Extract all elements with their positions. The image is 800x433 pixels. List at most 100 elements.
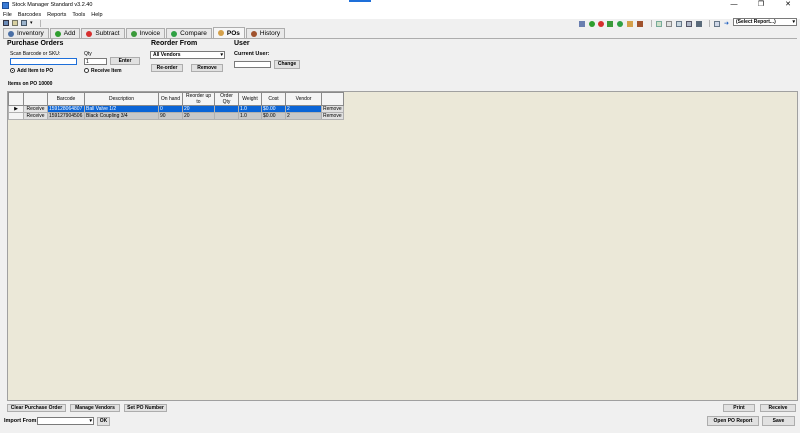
import-from-select[interactable]: ▾ <box>37 417 94 425</box>
cell-reorder-up-to[interactable]: 20 <box>182 105 215 113</box>
cell-barcode[interactable]: 159128064807 <box>47 105 85 113</box>
grid-header-on-hand[interactable]: On hand <box>158 92 183 106</box>
minimize-button[interactable]: — <box>722 0 746 10</box>
print-icon[interactable] <box>12 20 18 26</box>
cell-order-qty[interactable] <box>214 105 239 113</box>
grid-header-order-qty[interactable]: Order Qty <box>214 92 239 106</box>
print-button[interactable]: Print <box>723 404 755 412</box>
menu-file[interactable]: File <box>0 12 15 18</box>
toolbar-separator <box>651 20 652 27</box>
receive-row-button[interactable]: Receive <box>23 105 48 113</box>
clear-purchase-order-button[interactable]: Clear Purchase Order <box>7 404 66 412</box>
qty-input[interactable]: 1 <box>84 58 107 65</box>
report-select[interactable]: (Select Report...) ▾ <box>733 18 797 26</box>
cell-cost[interactable]: $0.00 <box>261 105 286 113</box>
tab-invoice[interactable]: Invoice <box>125 28 166 38</box>
receive-item-label: Receive Item <box>91 68 122 74</box>
export-icon[interactable] <box>676 21 682 27</box>
import-ok-button[interactable]: OK <box>97 417 110 426</box>
add-item-radio[interactable] <box>10 68 15 73</box>
cell-cost[interactable]: $0.00 <box>261 112 286 120</box>
restore-button[interactable]: ❐ <box>749 0 773 10</box>
list-icon[interactable] <box>579 21 585 27</box>
cell-description[interactable]: Ball Valve 1/2 <box>84 105 159 113</box>
chevron-down-icon: ▾ <box>220 52 223 58</box>
cell-description[interactable]: Black Coupling 3/4 <box>84 112 159 120</box>
arrow-right-icon[interactable]: ➜ <box>724 21 730 27</box>
cell-weight[interactable]: 1.0 <box>238 112 262 120</box>
tab-label: History <box>259 30 281 37</box>
cell-order-qty[interactable] <box>214 112 239 120</box>
vendor-select[interactable]: All Vendors ▾ <box>150 51 225 59</box>
close-button[interactable]: ✕ <box>776 0 800 10</box>
menu-help[interactable]: Help <box>88 12 105 18</box>
current-user-field <box>234 61 271 68</box>
table-row[interactable]: Receive 159127904506 Black Coupling 3/4 … <box>8 112 344 120</box>
menu-reports[interactable]: Reports <box>44 12 69 18</box>
subtract-icon[interactable] <box>598 21 604 27</box>
grid-header-description[interactable]: Description <box>84 92 159 106</box>
reorder-from-title: Reorder From <box>151 40 198 47</box>
vendor-select-value: All Vendors <box>153 52 181 58</box>
user-title: User <box>234 40 250 47</box>
add-icon[interactable] <box>589 21 595 27</box>
scan-barcode-input[interactable] <box>10 58 77 65</box>
reorder-button[interactable]: Re-order <box>151 64 183 72</box>
cell-reorder-up-to[interactable]: 20 <box>182 112 215 120</box>
window-title: Stock Manager Standard v3.2.40 <box>12 2 93 8</box>
tab-inventory[interactable]: Inventory <box>3 28 49 38</box>
tab-history[interactable]: History <box>245 28 286 38</box>
invoice-icon <box>130 30 137 37</box>
tab-bar: Inventory Add Subtract Invoice Compare POs His… <box>3 27 286 38</box>
grid-header-action <box>23 92 48 106</box>
tab-add[interactable]: Add <box>49 28 81 38</box>
enter-button[interactable]: Enter <box>110 57 140 65</box>
dropdown-arrow-icon[interactable]: ▾ <box>30 20 35 26</box>
label-printer-icon[interactable] <box>696 21 702 27</box>
cell-on-hand[interactable]: 90 <box>158 112 183 120</box>
tab-subtract[interactable]: Subtract <box>81 28 125 38</box>
receive-item-radio[interactable] <box>84 68 89 73</box>
window-icon[interactable] <box>714 21 720 27</box>
table-row[interactable]: ▶ Receive 159128064807 Ball Valve 1/2 0 … <box>8 105 344 113</box>
cell-vendor[interactable]: 2 <box>285 105 322 113</box>
printer-icon[interactable] <box>686 21 692 27</box>
toolbar-separator <box>709 20 710 27</box>
po-icon <box>217 30 224 36</box>
change-user-button[interactable]: Change <box>274 60 300 69</box>
grid-header-reorder-up-to[interactable]: Reorder up to <box>182 92 215 106</box>
receive-row-button[interactable]: Receive <box>23 112 48 120</box>
open-po-report-button[interactable]: Open PO Report <box>707 416 759 426</box>
tab-compare[interactable]: Compare <box>166 28 212 38</box>
cell-weight[interactable]: 1.0 <box>238 105 262 113</box>
document-icon[interactable] <box>666 21 672 27</box>
manage-vendors-button[interactable]: Manage Vendors <box>70 404 120 412</box>
cell-on-hand[interactable]: 0 <box>158 105 183 113</box>
save-icon[interactable] <box>3 20 9 26</box>
po-items-grid: Barcode Description On hand Reorder up t… <box>8 92 344 120</box>
po-icon[interactable] <box>627 21 633 27</box>
cell-barcode[interactable]: 159127904506 <box>47 112 85 120</box>
tab-pos[interactable]: POs <box>212 27 245 38</box>
menu-barcodes[interactable]: Barcodes <box>15 12 44 18</box>
grid-header-cost[interactable]: Cost <box>261 92 286 106</box>
history-icon[interactable] <box>637 21 643 27</box>
remove-row-button[interactable]: Remove <box>321 105 344 113</box>
tab-panel-border <box>3 38 797 39</box>
app-icon <box>2 1 9 9</box>
save-button[interactable]: Save <box>762 416 795 426</box>
remove-row-button[interactable]: Remove <box>321 112 344 120</box>
grid-header-vendor[interactable]: Vendor <box>285 92 322 106</box>
compare-icon[interactable] <box>617 21 623 27</box>
report-icon[interactable] <box>656 21 662 27</box>
reorder-remove-button[interactable]: Remove <box>191 64 223 72</box>
grid-header-barcode[interactable]: Barcode <box>47 92 85 106</box>
settings-icon[interactable] <box>21 20 27 26</box>
cell-vendor[interactable]: 2 <box>285 112 322 120</box>
grid-header-remove <box>321 92 344 106</box>
menu-tools[interactable]: Tools <box>69 12 88 18</box>
set-po-number-button[interactable]: Set PO Number <box>124 404 167 412</box>
grid-header-weight[interactable]: Weight <box>238 92 262 106</box>
invoice-icon[interactable] <box>607 21 613 27</box>
receive-button[interactable]: Receive <box>760 404 796 412</box>
